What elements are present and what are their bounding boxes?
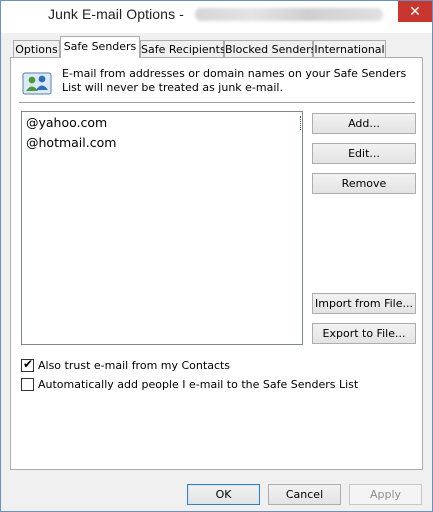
list-item[interactable]: @hotmail.com: [26, 135, 116, 150]
tab-international[interactable]: International: [313, 40, 386, 57]
auto-add-label[interactable]: Automatically add people I e-mail to the…: [38, 378, 358, 391]
edit-button[interactable]: Edit...: [312, 143, 416, 164]
checkmark-icon: ✔: [23, 357, 34, 371]
junk-email-options-dialog: Junk E-mail Options - ✕ Options Safe Sen…: [0, 0, 433, 512]
close-button[interactable]: ✕: [398, 1, 432, 22]
safe-senders-description: E-mail from addresses or domain names on…: [62, 67, 407, 94]
export-to-file-button[interactable]: Export to File...: [312, 323, 416, 344]
separator-line: [19, 102, 415, 104]
safe-senders-panel: E-mail from addresses or domain names on…: [10, 57, 423, 470]
tab-blocked-senders[interactable]: Blocked Senders: [224, 40, 316, 57]
remove-button[interactable]: Remove: [312, 173, 416, 194]
close-icon: ✕: [409, 3, 421, 20]
add-button[interactable]: Add...: [312, 113, 416, 134]
window-title: Junk E-mail Options -: [48, 6, 184, 22]
cancel-button[interactable]: Cancel: [268, 484, 341, 505]
list-item[interactable]: @yahoo.com: [26, 115, 107, 130]
contacts-icon: [22, 72, 52, 95]
apply-button[interactable]: Apply: [349, 484, 422, 505]
tab-safe-recipients[interactable]: Safe Recipients: [140, 40, 226, 57]
trust-contacts-label[interactable]: Also trust e-mail from my Contacts: [38, 359, 230, 372]
safe-senders-list[interactable]: @yahoo.com @hotmail.com: [21, 111, 303, 345]
blurred-account-email: [195, 8, 383, 21]
auto-add-checkbox[interactable]: [21, 378, 34, 391]
trust-contacts-checkbox[interactable]: ✔: [21, 357, 34, 372]
import-from-file-button[interactable]: Import from File...: [312, 293, 416, 314]
list-focus-marker: [300, 116, 301, 130]
title-bar[interactable]: Junk E-mail Options - ✕: [1, 1, 432, 33]
tab-safe-senders[interactable]: Safe Senders: [60, 36, 140, 58]
ok-button[interactable]: OK: [187, 484, 260, 505]
tab-options[interactable]: Options: [13, 40, 60, 57]
